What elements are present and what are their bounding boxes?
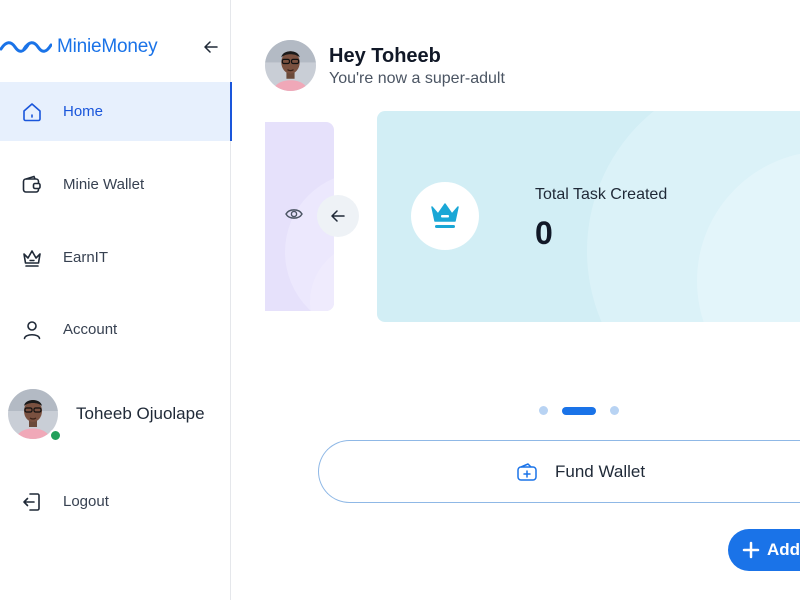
fund-wallet-label: Fund Wallet [555, 461, 646, 481]
fund-wallet-button[interactable]: Fund Wallet [318, 440, 800, 503]
home-icon [21, 101, 43, 123]
logout-icon [21, 491, 43, 513]
wallet-icon [21, 174, 43, 196]
plus-icon [742, 541, 760, 559]
sidebar-item-label: Home [63, 103, 104, 120]
toggle-visibility-button[interactable] [284, 204, 304, 224]
crown-icon [21, 247, 43, 269]
brand-name: MinieMoney [57, 36, 158, 57]
greeting-subtitle: You're now a super-adult [329, 69, 505, 87]
carousel-dot[interactable] [539, 406, 548, 415]
add-button-label: Add [767, 540, 800, 559]
main-content: Hey Toheeb You're now a super-adult Tota… [232, 0, 800, 600]
sidebar-item-label: EarnIT [63, 249, 109, 266]
sidebar: MinieMoney Home Minie Wallet EarnIT Acco… [0, 0, 232, 600]
profile-name: Toheeb Ojuolape [76, 404, 205, 423]
collapse-sidebar-button[interactable] [201, 37, 221, 57]
sidebar-item-account[interactable]: Account [0, 300, 232, 359]
carousel-card-active: Total Task Created 0 [377, 111, 800, 322]
sidebar-item-label: Account [63, 321, 118, 338]
add-button[interactable]: Add [728, 529, 800, 571]
stat-value: 0 [535, 215, 553, 251]
arrow-left-icon [331, 210, 345, 222]
carousel-prev-button[interactable] [317, 195, 359, 237]
sidebar-item-home[interactable]: Home [0, 82, 232, 141]
carousel-dot[interactable] [610, 406, 619, 415]
sidebar-item-minie-wallet[interactable]: Minie Wallet [0, 155, 232, 214]
user-icon [21, 319, 43, 341]
greeting-title: Hey Toheeb [329, 44, 441, 67]
avatar[interactable] [8, 389, 62, 442]
arrow-left-icon [204, 41, 218, 53]
carousel-pagination [539, 406, 619, 415]
logout-label: Logout [63, 493, 109, 510]
crown-icon [431, 203, 459, 228]
carousel-dot-active[interactable] [562, 406, 596, 415]
eye-icon [285, 209, 303, 219]
greeting-header: Hey Toheeb You're now a super-adult [265, 40, 505, 91]
stat-label: Total Task Created [535, 186, 668, 203]
avatar[interactable] [265, 40, 316, 91]
wallet-add-icon [517, 462, 537, 481]
online-status-indicator [49, 429, 62, 442]
task-badge [411, 182, 479, 250]
brand-logo[interactable]: MinieMoney [0, 34, 158, 60]
sidebar-item-earnit[interactable]: EarnIT [0, 228, 232, 287]
sidebar-profile[interactable]: Toheeb Ojuolape [8, 389, 205, 442]
logout-button[interactable]: Logout [0, 472, 232, 531]
sidebar-item-label: Minie Wallet [63, 176, 145, 193]
wave-logo-icon [0, 41, 52, 53]
